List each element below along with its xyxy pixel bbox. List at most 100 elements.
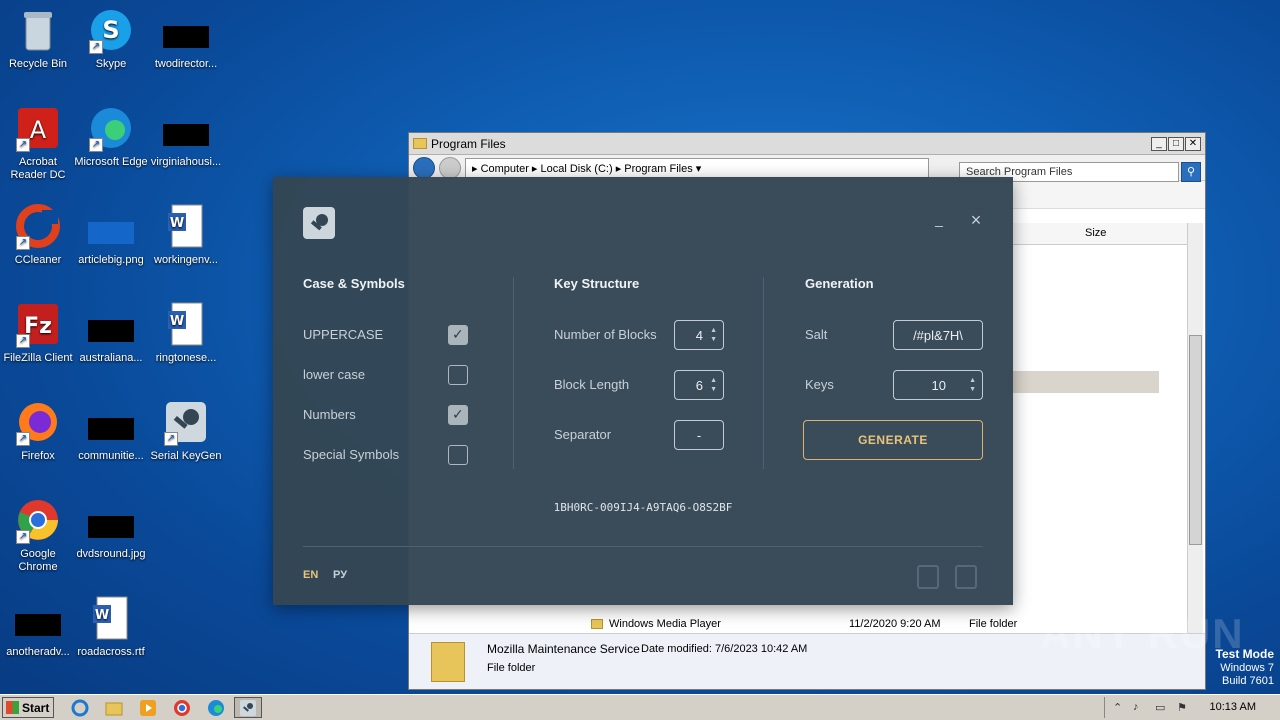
shortcut-arrow-icon: ↗ [89, 138, 103, 152]
volume-icon[interactable]: ♪ [1133, 701, 1139, 713]
folder-icon [431, 642, 465, 682]
copy-icon[interactable] [917, 565, 939, 589]
column-size[interactable]: Size [1085, 227, 1106, 239]
anyrun-watermark: ANY RUN [1040, 610, 1245, 657]
system-tray: ⌃ ♪ ▭ ⚑ 10:13 AM [1104, 697, 1280, 718]
export-icon[interactable] [955, 565, 977, 589]
blocks-label: Number of Blocks [554, 327, 657, 342]
spinner-arrows-icon[interactable]: ▲ ▼ [969, 376, 976, 394]
divider [303, 546, 983, 547]
back-button[interactable] [413, 156, 435, 179]
breadcrumb[interactable]: ▸ Computer ▸ Local Disk (C:) ▸ Program F… [465, 157, 929, 178]
details-type: File folder [487, 662, 536, 674]
column-header: Size [999, 223, 1189, 245]
file-thumbnail-icon [162, 104, 210, 152]
close-button[interactable]: ✕ [1185, 137, 1201, 151]
file-thumbnail-icon [162, 6, 210, 54]
taskbar-explorer-icon[interactable] [100, 697, 128, 718]
minimize-button[interactable]: _ [931, 211, 947, 227]
checkbox-special[interactable] [448, 445, 468, 465]
desktop-icon-edge[interactable]: ↗ Microsoft Edge [73, 104, 149, 169]
action-center-icon[interactable]: ⚑ [1177, 701, 1187, 714]
desktop-icon-filezilla[interactable]: Fz ↗ FileZilla Client [0, 300, 76, 365]
desktop-icon-roadacross[interactable]: W roadacross.rtf [73, 594, 149, 659]
desktop-icon-acrobat[interactable]: A ↗ Acrobat Reader DC [0, 104, 76, 182]
desktop-icon-communitie[interactable]: communitie... [73, 398, 149, 463]
checkbox-lowercase[interactable] [448, 365, 468, 385]
file-thumbnail-icon [87, 496, 135, 544]
desktop-icon-anotheradv[interactable]: anotheradv... [0, 594, 76, 659]
blocks-stepper[interactable]: 4 ▲ ▼ [674, 320, 724, 350]
separator-input[interactable]: - [674, 420, 724, 450]
explorer-title-bar[interactable]: Program Files _ □ ✕ [409, 133, 1205, 155]
svg-text:S: S [102, 16, 119, 44]
close-button[interactable]: × [967, 211, 985, 229]
language-ru[interactable]: РУ [333, 569, 347, 581]
shortcut-arrow-icon: ↗ [16, 530, 30, 544]
maximize-button[interactable]: □ [1168, 137, 1184, 151]
language-en[interactable]: EN [303, 569, 318, 581]
test-mode-notice: Test Mode Windows 7 Build 7601 [1215, 647, 1274, 688]
list-item[interactable]: Windows Media Player 11/2/2020 9:20 AM F… [589, 615, 1019, 635]
desktop-icon-virginiahousi[interactable]: virginiahousi... [148, 104, 224, 169]
taskbar-keygen-icon[interactable] [234, 697, 262, 718]
desktop-icon-workingenv[interactable]: W workingenv... [148, 202, 224, 267]
network-icon[interactable]: ▭ [1155, 701, 1165, 714]
desktop-icon-ringtonese[interactable]: W ringtonese... [148, 300, 224, 365]
file-thumbnail-icon [14, 594, 62, 642]
option-label-special: Special Symbols [303, 447, 400, 462]
separator-label: Separator [554, 427, 612, 442]
details-name: Mozilla Maintenance Service [487, 642, 640, 656]
taskbar-edge-icon[interactable] [202, 697, 230, 718]
selected-row-highlight [1009, 371, 1159, 393]
desktop-icon-dvdsround[interactable]: dvdsround.jpg [73, 496, 149, 561]
svg-text:W: W [95, 608, 109, 623]
taskbar-ie-icon[interactable] [66, 697, 94, 718]
keys-stepper[interactable]: 10 ▲ ▼ [893, 370, 983, 400]
scroll-thumb[interactable] [1189, 335, 1202, 545]
file-thumbnail-icon [87, 398, 135, 446]
option-label-lowercase: lower case [303, 367, 366, 382]
desktop-icon-chrome[interactable]: ↗ Google Chrome [0, 496, 76, 574]
shortcut-arrow-icon: ↗ [16, 432, 30, 446]
chrome-icon: ↗ [14, 496, 62, 544]
svg-text:A: A [30, 116, 47, 144]
clock[interactable]: 10:13 AM [1210, 701, 1256, 713]
desktop-icon-articlebig[interactable]: articlebig.png [73, 202, 149, 267]
forward-button[interactable] [439, 156, 461, 179]
length-stepper[interactable]: 6 ▲ ▼ [674, 370, 724, 400]
desktop-icon-twodirector[interactable]: twodirector... [148, 6, 224, 71]
recycle-bin-icon [14, 6, 62, 54]
vertical-scrollbar[interactable] [1187, 223, 1203, 637]
show-hidden-icons-icon[interactable]: ⌃ [1113, 701, 1122, 714]
skype-icon: S ↗ [87, 6, 135, 54]
desktop-icon-firefox[interactable]: ↗ Firefox [0, 398, 76, 463]
start-button[interactable]: Start [2, 697, 54, 718]
keys-label: Keys [805, 377, 834, 392]
taskbar-media-player-icon[interactable] [134, 697, 162, 718]
svg-text:W: W [170, 314, 184, 329]
search-icon[interactable]: ⚲ [1181, 162, 1201, 182]
generated-key[interactable]: 1BH0RC-009IJ4-A9TAQ6-O8S2BF [273, 501, 1013, 514]
taskbar-chrome-icon[interactable] [168, 697, 196, 718]
spinner-arrows-icon[interactable]: ▲ ▼ [710, 376, 717, 394]
checkbox-uppercase[interactable] [448, 325, 468, 345]
section-title-structure: Key Structure [554, 276, 640, 291]
option-label-uppercase: UPPERCASE [303, 327, 384, 342]
desktop-icon-serial-keygen[interactable]: ↗ Serial KeyGen [148, 398, 224, 463]
salt-input[interactable]: /#pl&7H\ [893, 320, 983, 350]
desktop-icon-skype[interactable]: S ↗ Skype [73, 6, 149, 71]
desktop-icon-recycle-bin[interactable]: Recycle Bin [0, 6, 76, 71]
salt-label: Salt [805, 327, 828, 342]
shortcut-arrow-icon: ↗ [164, 432, 178, 446]
desktop-icon-ccleaner[interactable]: ↗ CCleaner [0, 202, 76, 267]
desktop-icon-australiana[interactable]: australiana... [73, 300, 149, 365]
keygen-dialog[interactable]: _ × Case & Symbols Key Structure Generat… [273, 177, 1013, 605]
generate-button[interactable]: GENERATE [803, 420, 983, 460]
shortcut-arrow-icon: ↗ [89, 40, 103, 54]
spinner-arrows-icon[interactable]: ▲ ▼ [710, 326, 717, 344]
key-icon [303, 207, 335, 239]
option-label-numbers: Numbers [303, 407, 356, 422]
checkbox-numbers[interactable] [448, 405, 468, 425]
minimize-button[interactable]: _ [1151, 137, 1167, 151]
